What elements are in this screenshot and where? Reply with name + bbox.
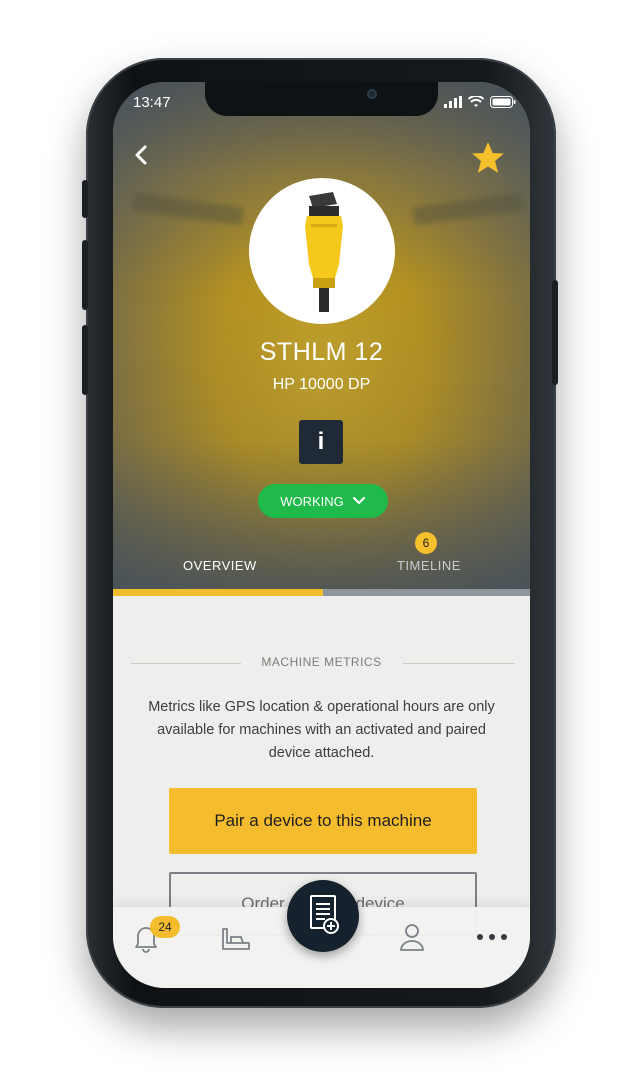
machine-avatar <box>249 178 395 324</box>
tab-overview[interactable]: OVERVIEW <box>183 558 257 573</box>
battery-icon <box>490 96 516 108</box>
nav-profile[interactable] <box>397 921 427 957</box>
info-button[interactable]: i <box>299 420 343 464</box>
add-document-button[interactable] <box>287 880 359 952</box>
app-screen: 13:47 STHLM 12 HP 10000 DP i WORKING OVE… <box>113 82 530 988</box>
front-camera <box>367 89 377 99</box>
hero-blur-shape <box>132 192 244 226</box>
user-icon <box>400 924 424 951</box>
tab-track <box>323 589 530 596</box>
status-label: WORKING <box>280 493 344 509</box>
volume-down-button <box>82 325 88 395</box>
machine-icon <box>222 928 250 950</box>
volume-up-button <box>82 240 88 310</box>
section-title: MACHINE METRICS <box>261 655 382 669</box>
nav-machines[interactable] <box>219 923 253 957</box>
machine-name: STHLM 12 <box>259 338 384 366</box>
nav-more[interactable] <box>475 929 509 948</box>
add-document-icon <box>310 895 339 934</box>
hero-blur-shape <box>412 192 524 226</box>
tab-timeline[interactable]: TIMELINE <box>397 558 461 573</box>
notch <box>205 82 438 116</box>
signal-icon <box>444 96 462 108</box>
active-tab-indicator <box>113 589 323 596</box>
pair-device-button[interactable]: Pair a device to this machine <box>169 788 477 854</box>
status-dropdown[interactable]: WORKING <box>258 484 388 518</box>
status-icons <box>444 96 516 108</box>
wifi-icon <box>468 96 484 107</box>
chevron-down-icon <box>352 496 365 505</box>
power-button <box>552 280 558 385</box>
more-dots-icon <box>477 934 507 940</box>
mute-switch <box>82 180 88 218</box>
timeline-count-badge: 6 <box>415 532 437 554</box>
favorite-star-icon[interactable] <box>470 140 506 176</box>
status-time: 13:47 <box>133 94 171 111</box>
machine-model: HP 10000 DP <box>272 376 371 393</box>
notification-count-badge: 24 <box>150 916 180 938</box>
metrics-description: Metrics like GPS location & operational … <box>148 699 495 761</box>
hydraulic-hammer-image <box>305 192 343 312</box>
back-icon[interactable] <box>127 140 157 170</box>
